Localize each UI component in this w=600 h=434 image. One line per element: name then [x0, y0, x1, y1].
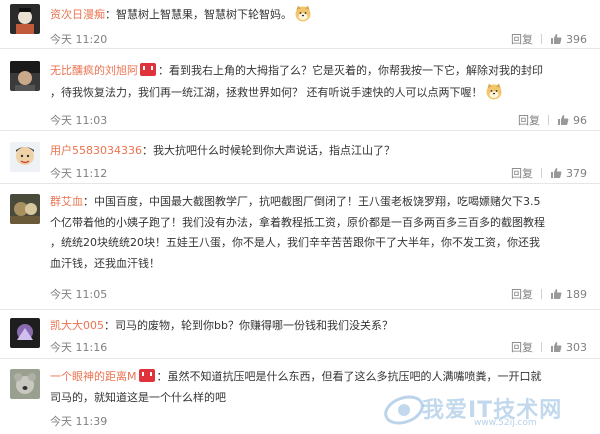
- divider: [548, 115, 549, 125]
- comment-item: 用户5583034336：我大抗吧什么时候轮到你大声说话，指点江山了？ 今天 1…: [0, 131, 600, 184]
- comment-line: ，统统20块统统20块！五娃王八蛋，你不是人，我们辛辛苦苦跟你干了大半年，你不发…: [50, 236, 540, 249]
- avatar-image: [10, 318, 40, 348]
- like-button[interactable]: 96: [557, 114, 587, 127]
- thumbs-up-icon: [551, 34, 562, 44]
- comment-line: 血汗钱，还我血汗钱！: [50, 256, 160, 270]
- avatar-image: [10, 194, 40, 224]
- like-button[interactable]: 189: [550, 288, 587, 301]
- thumbs-up-icon: [551, 342, 562, 352]
- comment-actions: 回复 396: [511, 31, 587, 47]
- watermark-url: www.52ij.com: [474, 418, 537, 428]
- comment-item: 群艾血：中国百度，中国最大截图教学厂，抗吧截图厂倒闭了！王八蛋老板饶罗翔，吃喝嫖…: [0, 184, 600, 310]
- comment-time: 今天 11:39: [50, 415, 108, 428]
- reply-button[interactable]: 回复: [511, 165, 533, 181]
- comment-time: 今天 11:20: [50, 33, 108, 46]
- comment-content: ：司马的废物，轮到你bb？你赚得哪一份钱和我们没关系？: [104, 319, 393, 332]
- comment-actions: 回复 303: [511, 339, 587, 355]
- thumbs-up-icon: [558, 115, 569, 125]
- comment-time: 今天 11:03: [50, 114, 108, 127]
- comment-line: 群艾血：中国百度，中国最大截图教学厂，抗吧截图厂倒闭了！王八蛋老板饶罗翔，吃喝嫖…: [50, 192, 555, 213]
- comment-text: 无比醺疯的刘旭阿 ：看到我右上角的大拇指了么？它是灭着的，你帮我按一下它，解除对我…: [50, 61, 555, 103]
- comment-actions: 回复 189: [511, 286, 587, 302]
- comment-username[interactable]: 用户5583034336: [50, 144, 142, 157]
- reply-button[interactable]: 回复: [511, 31, 533, 47]
- avatar-image: [10, 4, 40, 34]
- vip-badge-icon: [140, 63, 156, 76]
- divider: [541, 34, 542, 44]
- comment-actions: 回复 96: [518, 112, 587, 128]
- comment-content: ：中国百度，中国最大截图教学厂，抗吧截图厂倒闭了！王八蛋老板饶罗翔，吃喝嫖赌欠下…: [83, 195, 541, 208]
- comment-username[interactable]: 资次日漫痴: [50, 8, 105, 21]
- comment-username[interactable]: 凯大大005: [50, 319, 104, 332]
- like-count: 303: [566, 340, 587, 354]
- like-count: 396: [566, 32, 587, 46]
- comment-time: 今天 11:05: [50, 288, 108, 301]
- avatar-image: [10, 142, 40, 172]
- comment-item: 无比醺疯的刘旭阿 ：看到我右上角的大拇指了么？它是灭着的，你帮我按一下它，解除对我…: [0, 49, 600, 131]
- site-watermark: 我爱IT技术网 www.52ij.com: [382, 388, 592, 432]
- avatar-image: [10, 369, 40, 399]
- doge-emoji-icon: [294, 4, 312, 22]
- avatar[interactable]: [10, 4, 40, 34]
- divider: [541, 168, 542, 178]
- comment-line: 个亿带着他的小姨子跑了！我们没有办法，拿着教程抵工资，原价都是一百多两百多三百多…: [50, 215, 545, 229]
- comment-text: 用户5583034336：我大抗吧什么时候轮到你大声说话，指点江山了？: [50, 141, 555, 162]
- thumbs-up-icon: [551, 168, 562, 178]
- avatar[interactable]: [10, 142, 40, 172]
- comment-username[interactable]: 群艾血: [50, 195, 83, 208]
- comment-time: 今天 11:16: [50, 341, 108, 354]
- comment-content: ：虽然不知道抗压吧是什么东西，但看了这么多抗压吧的人满嘴喷粪，一开口就: [156, 370, 542, 383]
- comment-line: 一个眼神的距离M ：虽然不知道抗压吧是什么东西，但看了这么多抗压吧的人满嘴喷粪，一…: [50, 367, 555, 388]
- comment-username[interactable]: 无比醺疯的刘旭阿: [50, 64, 138, 77]
- thumbs-up-icon: [551, 289, 562, 299]
- comment-text: 凯大大005：司马的废物，轮到你bb？你赚得哪一份钱和我们没关系？: [50, 316, 555, 337]
- like-button[interactable]: 396: [550, 33, 587, 46]
- divider: [541, 289, 542, 299]
- avatar[interactable]: [10, 369, 40, 399]
- like-count: 96: [573, 113, 587, 127]
- divider: [541, 342, 542, 352]
- reply-button[interactable]: 回复: [518, 112, 540, 128]
- vip-badge-icon: [138, 369, 155, 382]
- comment-line: 无比醺疯的刘旭阿 ：看到我右上角的大拇指了么？它是灭着的，你帮我按一下它，解除对我…: [50, 61, 555, 82]
- comment-line: ，待我恢复法力，我们再一统江湖，拯救世界如何？ 还有听说手速快的人可以点两下喔！: [50, 82, 555, 104]
- comment-username[interactable]: 一个眼神的距离M: [50, 370, 137, 383]
- comment-text: 资次日漫痴：智慧树上智慧果，智慧树下轮智妈。: [50, 4, 555, 26]
- avatar[interactable]: [10, 61, 40, 91]
- reply-button[interactable]: 回复: [511, 339, 533, 355]
- comment-actions: 回复 379: [511, 165, 587, 181]
- like-count: 189: [566, 287, 587, 301]
- comment-text: 群艾血：中国百度，中国最大截图教学厂，抗吧截图厂倒闭了！王八蛋老板饶罗翔，吃喝嫖…: [50, 192, 555, 274]
- comment-content: ：看到我右上角的大拇指了么？它是灭着的，你帮我按一下它，解除对我的封印: [158, 64, 543, 77]
- like-button[interactable]: 303: [550, 341, 587, 354]
- comment-item: 凯大大005：司马的废物，轮到你bb？你赚得哪一份钱和我们没关系？ 今天 11:…: [0, 310, 600, 359]
- site-logo-icon: [384, 395, 424, 425]
- comment-content: ：智慧树上智慧果，智慧树下轮智妈。: [105, 8, 292, 21]
- doge-emoji-icon: [485, 82, 503, 100]
- reply-button[interactable]: 回复: [511, 286, 533, 302]
- like-count: 379: [566, 166, 587, 180]
- avatar-image: [10, 61, 40, 91]
- like-button[interactable]: 379: [550, 167, 587, 180]
- comment-content: ：我大抗吧什么时候轮到你大声说话，指点江山了？: [142, 144, 395, 157]
- comment-time: 今天 11:12: [50, 167, 108, 180]
- avatar[interactable]: [10, 318, 40, 348]
- avatar[interactable]: [10, 194, 40, 224]
- comment-content: ，待我恢复法力，我们再一统江湖，拯救世界如何？ 还有听说手速快的人可以点两下喔！: [50, 85, 483, 99]
- comment-item: 资次日漫痴：智慧树上智慧果，智慧树下轮智妈。 今天 11:20 回复 396: [0, 0, 600, 49]
